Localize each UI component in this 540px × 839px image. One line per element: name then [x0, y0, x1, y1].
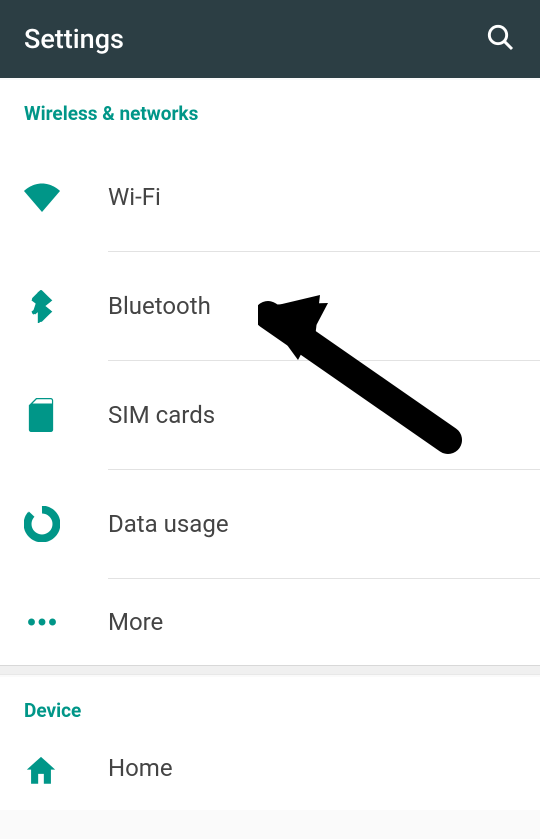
page-title: Settings — [24, 23, 124, 55]
more-icon — [24, 604, 108, 640]
sim-card-icon — [24, 398, 108, 432]
list-item-label: Wi-Fi — [108, 183, 161, 211]
list-item-sim-cards[interactable]: SIM cards — [0, 361, 540, 469]
bluetooth-icon — [24, 289, 108, 323]
list-item-bluetooth[interactable]: Bluetooth — [0, 252, 540, 360]
list-item-home[interactable]: Home — [0, 740, 540, 810]
search-icon[interactable] — [484, 21, 516, 57]
data-usage-icon — [24, 506, 108, 542]
section-wireless-networks: Wireless & networks — [0, 80, 540, 143]
app-header: Settings — [0, 0, 540, 78]
list-item-label: Data usage — [108, 510, 229, 538]
list-item-more[interactable]: More — [0, 579, 540, 665]
list-item-label: Bluetooth — [108, 292, 211, 320]
section-divider — [0, 665, 540, 675]
home-icon — [24, 754, 108, 788]
wifi-icon — [24, 179, 108, 215]
section-device: Device — [0, 677, 540, 740]
list-item-label: Home — [108, 754, 173, 782]
list-item-wifi[interactable]: Wi-Fi — [0, 143, 540, 251]
list-item-data-usage[interactable]: Data usage — [0, 470, 540, 578]
list-item-label: SIM cards — [108, 401, 215, 429]
list-item-label: More — [108, 608, 163, 636]
